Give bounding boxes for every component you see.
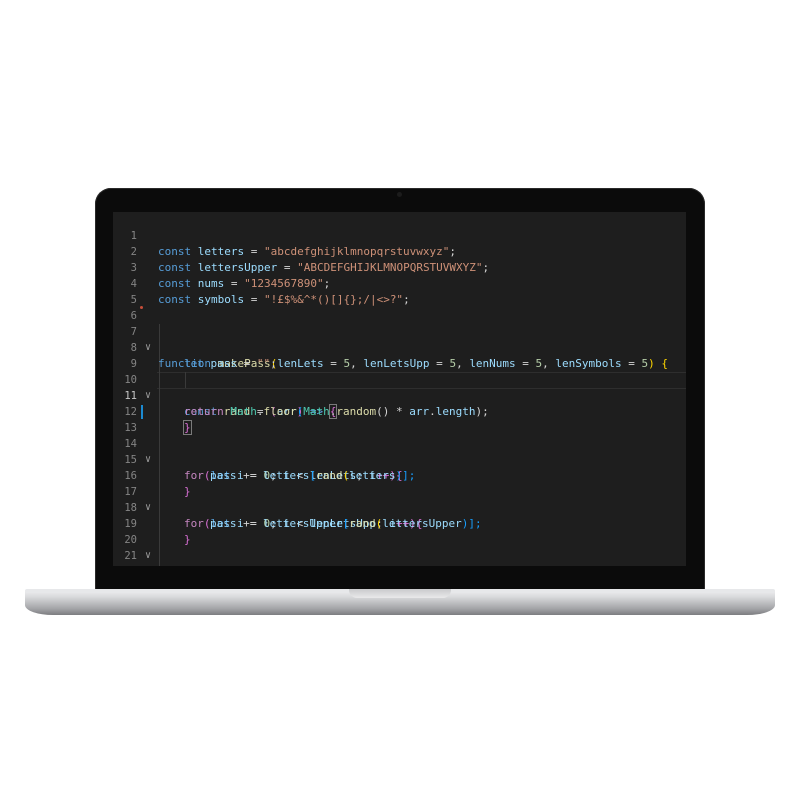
editor-text-area[interactable]: 1 const letters = "abcdefghijklmnopqrstu… <box>113 212 686 566</box>
code-line[interactable]: 6 <box>113 292 686 322</box>
code-editor[interactable]: 1 const letters = "abcdefghijklmnopqrstu… <box>113 212 686 566</box>
code-text: pass += nums[rand(nums)]; <box>210 564 376 566</box>
code-line[interactable]: 8 let pass = ""; <box>113 324 686 370</box>
code-line[interactable]: 14 ∨ for(let i = 0; i < lenLets; i++){ <box>113 420 686 482</box>
code-line[interactable]: 19 } <box>113 500 686 546</box>
webcam <box>397 192 402 197</box>
code-line[interactable]: 7 ∨ function makePass(lenLets = 5, lenLe… <box>113 308 686 370</box>
line-number: 22 <box>113 564 137 566</box>
code-line[interactable]: 16 } <box>113 452 686 498</box>
code-line[interactable]: 20 ∨ for(let i = 0; i < lenNums; i++){ <box>113 516 686 566</box>
code-line[interactable]: 1 const letters = "abcdefghijklmnopqrstu… <box>113 212 686 258</box>
code-line[interactable]: 4 const symbols = "!£$%&^*()[]{};/|<>?"; <box>113 260 686 306</box>
code-line[interactable]: 22 } <box>113 548 686 564</box>
code-line[interactable]: 21 pass += nums[rand(nums)]; <box>113 532 686 566</box>
code-line[interactable]: 12 } <box>113 388 686 435</box>
lid-opening-notch <box>349 589 451 598</box>
code-line[interactable]: 9 <box>113 340 686 370</box>
code-line[interactable]: 17 ∨ for(let i = 0; i < lenLetsUpp; i++)… <box>113 468 686 530</box>
code-line[interactable]: 18 pass += lettersUpper[rand(lettersUppe… <box>113 484 686 530</box>
code-line[interactable]: 2 const lettersUpper = "ABCDEFGHIJKLMNOP… <box>113 228 686 274</box>
code-line[interactable]: 15 pass += letters[rand(letters)]; <box>113 436 686 482</box>
code-line-current[interactable]: 11 return Math.floor(Math.random() * arr… <box>113 372 686 418</box>
code-line[interactable]: 10 ∨ const rand = (arr) => { <box>113 356 686 419</box>
code-line[interactable]: 3 const nums = "1234567890"; <box>113 244 686 290</box>
code-line[interactable]: 13 <box>113 404 686 434</box>
code-line[interactable]: 5 <box>113 276 686 306</box>
